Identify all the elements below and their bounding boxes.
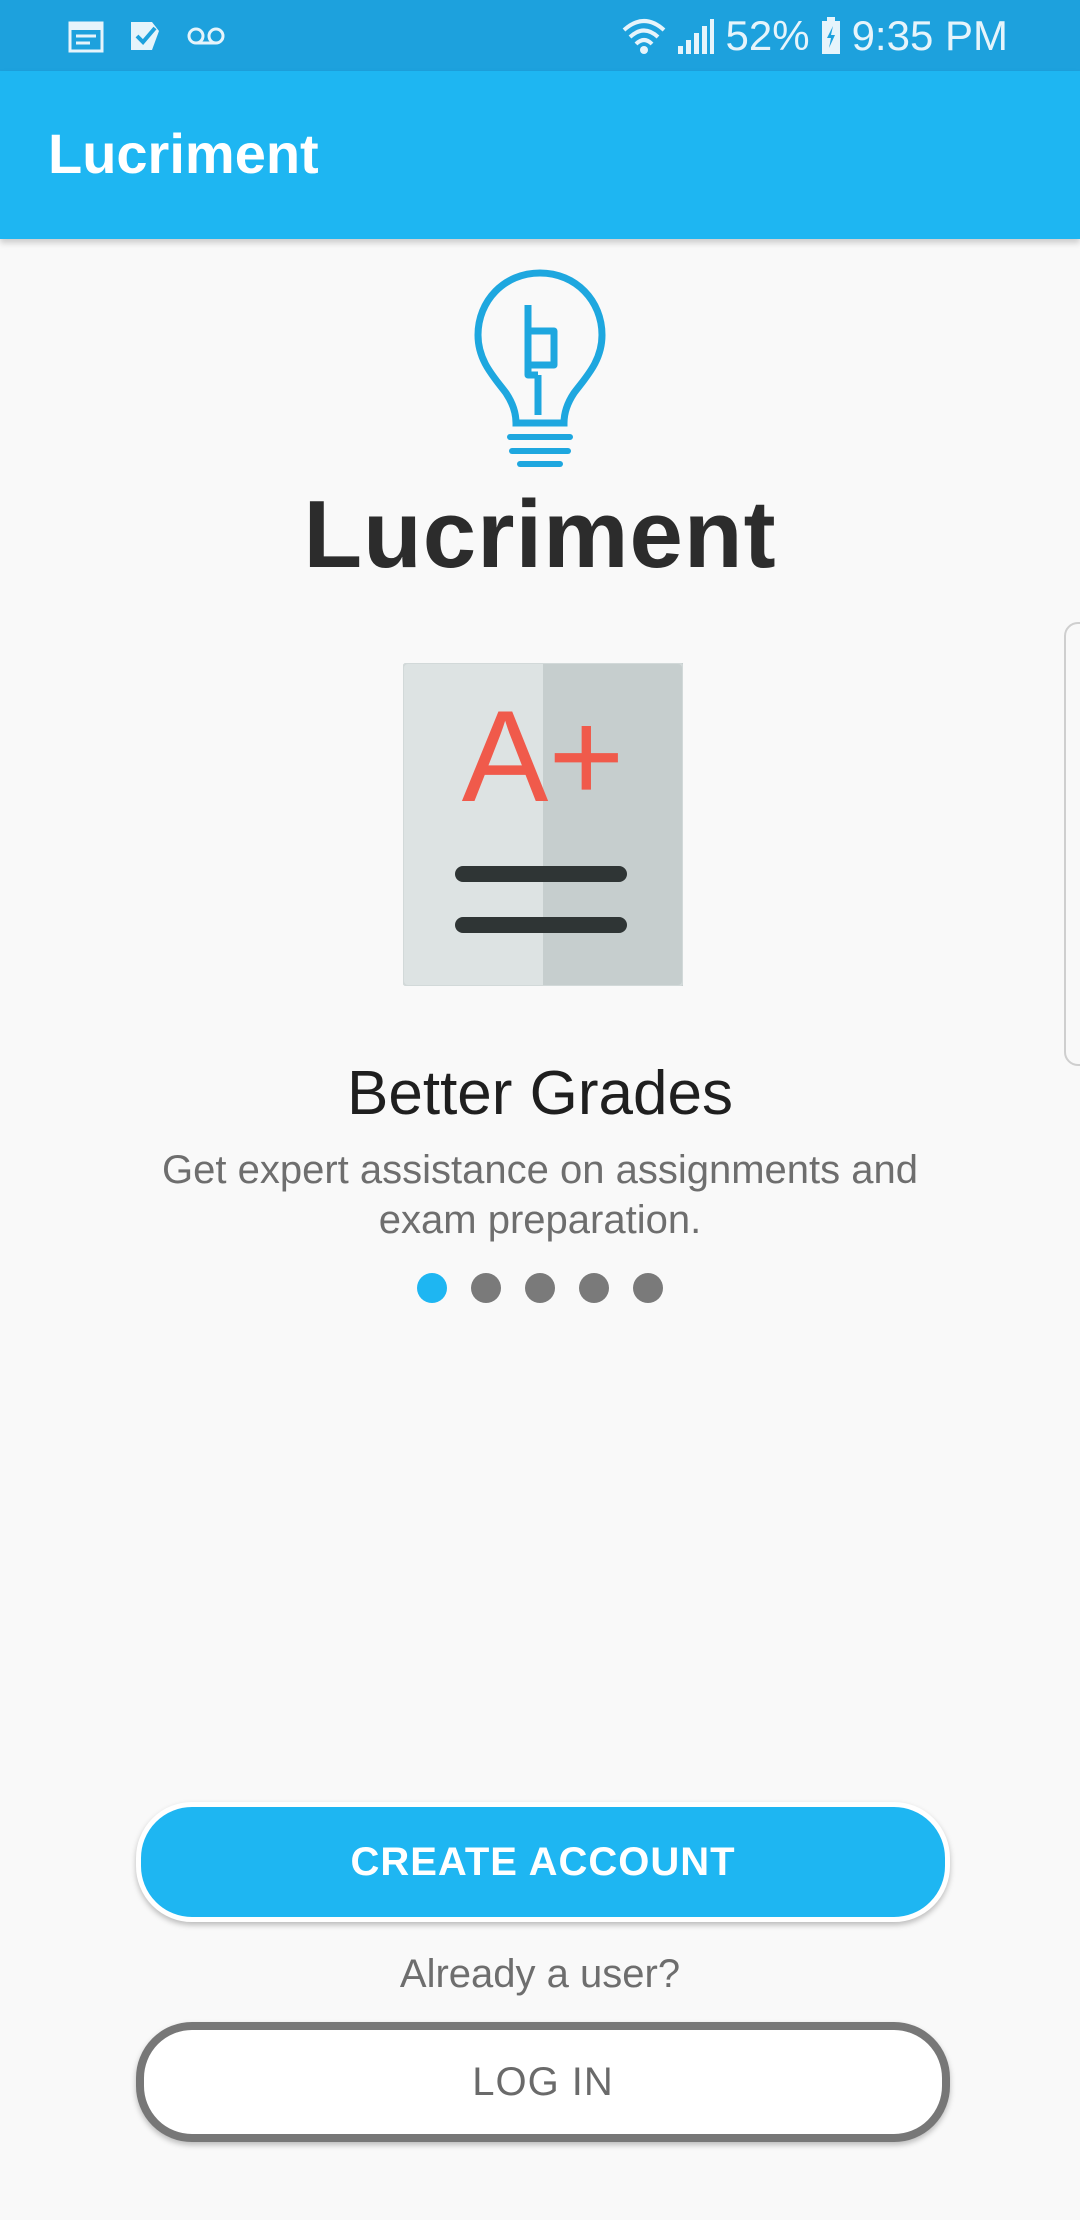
signal-icon	[676, 16, 716, 56]
page-dot[interactable]	[525, 1273, 555, 1303]
page-dot[interactable]	[633, 1273, 663, 1303]
calendar-icon	[68, 19, 104, 53]
app-bar: Lucriment	[0, 71, 1080, 239]
battery-charging-icon	[820, 16, 842, 56]
slide-description: Get expert assistance on assignments and…	[162, 1148, 918, 1242]
edge-panel-handle[interactable]	[1064, 622, 1080, 1066]
page-indicator	[0, 1273, 1080, 1303]
lightbulb-logo-icon	[470, 265, 610, 470]
battery-percent: 52%	[725, 12, 810, 59]
system-indicators: 52% 9:35 PM	[622, 8, 1008, 64]
status-bar: 52% 9:35 PM	[0, 0, 1080, 71]
already-user-label: Already a user?	[399, 1952, 681, 1996]
notification-icons	[68, 16, 226, 56]
slide-title: Better Grades	[347, 1059, 733, 1128]
create-account-button[interactable]: CREATE ACCOUNT	[136, 1802, 950, 1922]
clock: 9:35 PM	[851, 12, 1008, 59]
grade-paper-illustration: A+	[402, 662, 684, 987]
log-in-button[interactable]: LOG IN	[136, 2022, 950, 2142]
task-check-icon	[128, 19, 162, 53]
page-dot[interactable]	[579, 1273, 609, 1303]
app-title: Lucriment	[48, 122, 319, 185]
logo-wordmark: Lucriment	[303, 481, 777, 588]
wifi-icon	[622, 16, 666, 56]
page-dot[interactable]	[471, 1273, 501, 1303]
voicemail-icon	[186, 25, 226, 47]
page-dot[interactable]	[417, 1273, 447, 1303]
grade-text: A+	[462, 683, 625, 829]
